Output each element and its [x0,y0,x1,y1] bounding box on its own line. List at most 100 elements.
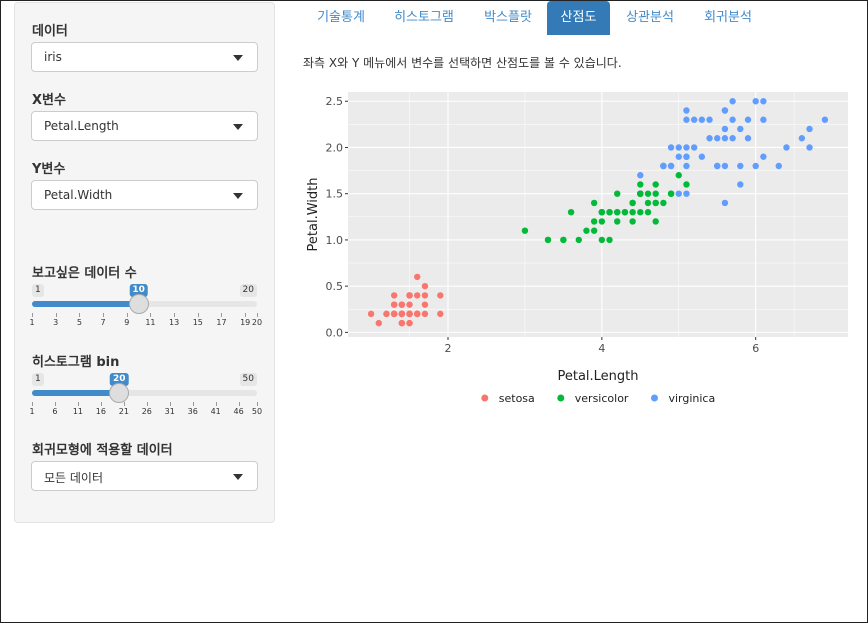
data-point-virginica [806,125,813,133]
data-point-virginica [744,135,752,142]
data-select[interactable]: iris [31,42,258,72]
data-point-virginica [706,116,713,123]
tab-histogram[interactable]: 히스토그램 [384,1,464,35]
slider-handle[interactable] [109,383,130,403]
data-label: 데이터 [32,24,68,39]
data-point-setosa [414,292,421,299]
slider-tick [150,313,152,317]
slider-tick [174,313,176,317]
slider-tick [77,402,79,406]
slider-tick [54,402,56,406]
data-point-versicolor [652,181,659,188]
sidebar-panel: 데이터 iris X변수 Petal.Length Y변수 Petal.Widt… [14,2,275,523]
legend-item-setosa: setosa [481,392,535,405]
y-tick-label: 0.0 [326,326,344,339]
data-point-virginica [744,116,752,123]
legend-label-versicolor: versicolor [575,392,629,405]
histogram-bin-label: 히스토그램 bin [32,355,120,370]
slider-tick [169,402,171,406]
slider-tick-label: 15 [192,318,203,327]
data-point-virginica [698,116,706,123]
slider-tick [146,402,148,406]
slider-tick [257,402,258,406]
slider-tick-label: 20 [251,318,263,327]
x-tick-label: 6 [752,342,759,355]
y-tick-label: 0.5 [326,280,344,293]
slider-handle[interactable] [128,294,149,314]
data-point-versicolor [598,208,606,216]
x-tick-label: 2 [445,342,452,355]
data-point-virginica [729,135,736,142]
slider-tick [100,402,102,406]
data-point-virginica [690,116,698,123]
slider-tick-label: 19 [240,318,251,327]
data-point-virginica [683,144,690,151]
data-point-virginica [675,190,682,197]
tab-regression[interactable]: 회귀분석 [692,1,764,35]
chevron-down-icon [233,474,243,480]
slider-tick [245,313,247,317]
x-tick-label: 4 [598,342,605,355]
slider-tick [215,402,217,406]
slider-tick-label: 26 [141,407,152,416]
data-point-versicolor [567,208,575,216]
x-variable-value: Petal.Length [44,119,119,133]
histogram-bin-slider[interactable]: 1 50 20 1 6 11 16 21 26 31 36 41 46 50 [29,373,262,423]
slider-tick-label: 41 [210,407,221,416]
slider-tick [257,313,258,317]
regression-data-select[interactable]: 모든 데이터 [31,461,258,491]
data-point-setosa [406,301,413,308]
y-variable-select[interactable]: Petal.Width [31,180,258,210]
data-point-virginica [760,116,767,123]
n-data-slider[interactable]: 1 20 10 1 3 5 7 9 11 13 15 17 19 20 [29,284,262,334]
chevron-down-icon [233,193,243,199]
slider-tick-label: 3 [53,318,59,327]
data-point-versicolor [652,190,659,197]
slider-tick [32,402,33,406]
data-point-virginica [798,135,806,142]
tab-correlation[interactable]: 상관분석 [614,1,686,35]
data-point-virginica [683,153,690,160]
data-point-versicolor [598,218,606,225]
data-point-virginica [721,162,729,170]
data-point-virginica [721,199,729,207]
regression-data-value: 모든 데이터 [44,471,104,485]
y-tick-label: 2.5 [326,95,344,108]
data-point-versicolor [614,190,621,197]
regression-data-label: 회귀모형에 적용할 데이터 [32,443,173,458]
slider-tick [79,313,81,317]
slider-max-label: 50 [239,373,257,386]
data-point-virginica [760,153,767,160]
slider-tick-label: 50 [251,407,263,416]
data-point-versicolor [629,208,636,216]
data-point-setosa [437,292,444,299]
slider-tick-label: 36 [187,407,198,416]
tab-descriptive-stats[interactable]: 기술통계 [304,1,378,35]
data-point-versicolor [660,199,667,207]
data-point-virginica [783,144,790,151]
data-point-versicolor [598,236,606,244]
data-point-virginica [690,144,698,151]
data-point-versicolor [667,190,675,197]
tab-scatter[interactable]: 산점도 [547,1,610,35]
tab-boxplot[interactable]: 박스플랏 [472,1,544,35]
data-point-versicolor [637,181,644,188]
data-point-virginica [752,98,759,105]
data-point-versicolor [652,199,659,207]
data-point-virginica [721,107,729,114]
data-point-versicolor [675,172,682,179]
slider-tick [192,402,194,406]
data-point-setosa [421,282,429,290]
scatter-plot: 0.0 0.5 1.0 1.5 2.0 2.5 2 4 6 Petal.Length Petal… [306,92,848,405]
data-point-virginica [760,98,767,105]
data-point-versicolor [629,199,636,207]
data-point-virginica [737,181,744,188]
data-point-virginica [683,107,690,114]
data-point-versicolor [606,208,613,216]
data-point-setosa [437,310,444,318]
legend-key-versicolor [557,394,565,402]
data-point-setosa [398,310,406,318]
x-variable-select[interactable]: Petal.Length [31,111,258,141]
slider-tick-label: 1 [29,318,35,327]
data-point-setosa [375,319,382,327]
